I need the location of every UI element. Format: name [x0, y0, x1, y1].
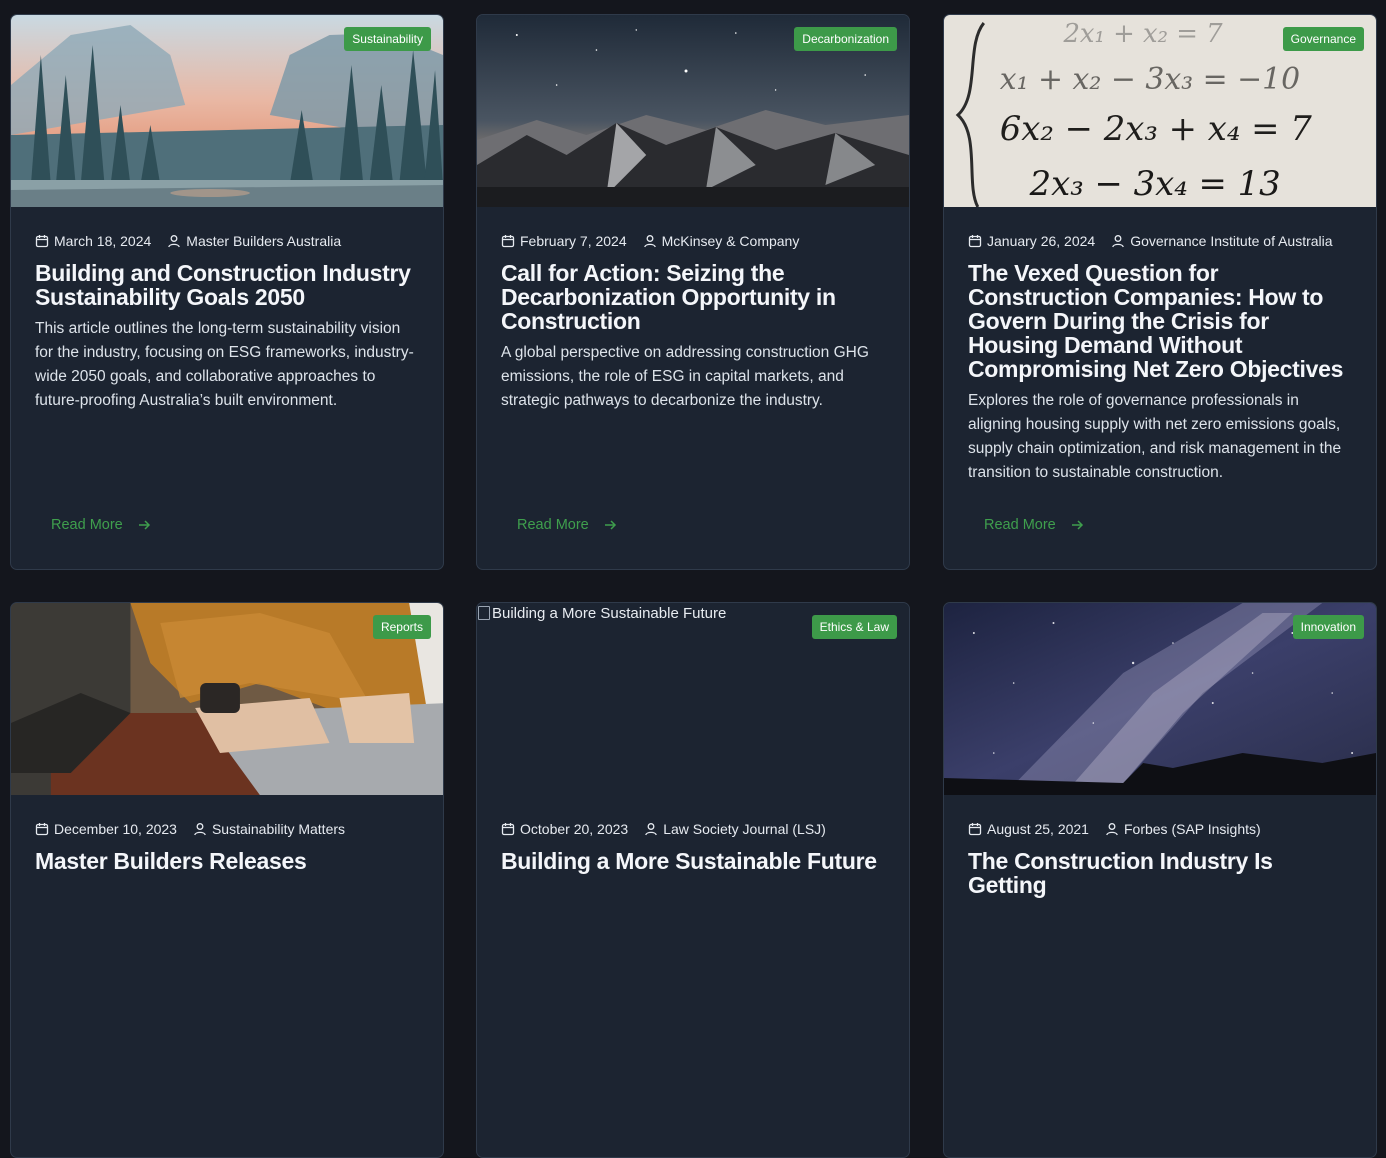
category-badge: Reports [372, 615, 431, 639]
article-card[interactable]: Decarbonization February 7, 2024 McKinse… [476, 14, 910, 570]
card-author: Forbes (SAP Insights) [1105, 821, 1261, 837]
card-image: Innovation [944, 603, 1376, 795]
card-date: February 7, 2024 [520, 233, 627, 249]
image-alt-text: Building a More Sustainable Future [492, 605, 727, 622]
read-more-label: Read More [517, 517, 589, 533]
user-icon [645, 823, 658, 836]
user-icon [1112, 235, 1125, 248]
article-card[interactable]: Innovation August 25, 2021 Forbes (SAP I… [943, 602, 1377, 1158]
card-date: January 26, 2024 [987, 233, 1096, 249]
equation-line: 2x₁ + x₂ = 7 [1062, 19, 1223, 49]
card-title[interactable]: Call for Action: Seizing the Decarboniza… [501, 261, 887, 333]
broken-image-icon [478, 606, 490, 620]
card-title[interactable]: Building a More Sustainable Future [501, 849, 887, 873]
card-author-name: Law Society Journal (LSJ) [663, 821, 826, 837]
card-meta: March 18, 2024 Master Builders Australia [35, 233, 421, 249]
user-icon [1106, 823, 1118, 836]
card-description: A global perspective on addressing const… [501, 344, 869, 409]
card-author-name: McKinsey & Company [661, 233, 800, 249]
card-author-name: Forbes (SAP Insights) [1123, 821, 1261, 837]
user-icon [643, 235, 656, 248]
arrow-right-icon [604, 520, 616, 530]
calendar-icon [501, 823, 515, 836]
calendar-icon [35, 235, 49, 248]
category-badge: Decarbonization [794, 27, 897, 51]
card-author-name: Sustainability Matters [211, 821, 346, 837]
calendar-icon [968, 823, 982, 836]
card-meta: August 25, 2021 Forbes (SAP Insights) [968, 821, 1354, 837]
card-author: Law Society Journal (LSJ) [644, 821, 826, 837]
article-card[interactable]: Sustainability March 18, 2024 Master Bui… [10, 14, 444, 570]
card-meta: October 20, 2023 Law Society Journal (LS… [501, 821, 887, 837]
card-image: Building a More Sustainable Future Ethic… [477, 603, 909, 795]
read-more-link[interactable]: Read More [984, 517, 1084, 533]
article-card[interactable]: Building a More Sustainable Future Ethic… [476, 602, 910, 1158]
card-description: This article outlines the long-term sust… [35, 320, 414, 409]
card-title[interactable]: Master Builders Releases [35, 849, 421, 873]
article-card[interactable]: 2x₁ + x₂ = 7 x₁ + x₂ − 3x₃ = −10 6x₂ − 2… [943, 14, 1377, 570]
card-image: Decarbonization [477, 15, 909, 207]
card-author: Sustainability Matters [193, 821, 345, 837]
calendar-icon [501, 235, 515, 248]
card-date: December 10, 2023 [54, 821, 177, 837]
equation-line: x₁ + x₂ − 3x₃ = −10 [1000, 62, 1300, 97]
card-title[interactable]: Building and Construction Industry Susta… [35, 261, 421, 309]
category-badge: Innovation [1292, 615, 1364, 639]
card-image: Reports [11, 603, 443, 795]
article-card[interactable]: Reports December 10, 2023 Sustainability… [10, 602, 444, 1158]
card-image: 2x₁ + x₂ = 7 x₁ + x₂ − 3x₃ = −10 6x₂ − 2… [944, 15, 1376, 207]
card-title[interactable]: The Construction Industry Is Getting [968, 849, 1354, 897]
card-author-name: Master Builders Australia [186, 233, 342, 249]
read-more-label: Read More [984, 517, 1056, 533]
card-meta: February 7, 2024 McKinsey & Company [501, 233, 887, 249]
card-author: Master Builders Australia [167, 233, 341, 249]
category-badge: Governance [1282, 27, 1364, 51]
card-author: McKinsey & Company [643, 233, 800, 249]
card-meta: January 26, 2024 Governance Institute of… [968, 233, 1354, 249]
card-author-name: Governance Institute of Australia [1130, 233, 1333, 249]
arrow-right-icon [1071, 520, 1083, 530]
card-date: March 18, 2024 [54, 233, 152, 249]
equation-line: 6x₂ − 2x₃ + x₄ = 7 [1000, 109, 1312, 148]
category-badge: Sustainability [344, 27, 431, 51]
card-description: Explores the role of governance professi… [968, 392, 1342, 481]
card-date: October 20, 2023 [520, 821, 629, 837]
read-more-link[interactable]: Read More [51, 517, 151, 533]
arrow-right-icon [138, 520, 150, 530]
user-icon [194, 823, 206, 836]
card-title[interactable]: The Vexed Question for Construction Comp… [968, 261, 1354, 381]
card-image: Sustainability [11, 15, 443, 207]
user-icon [168, 235, 181, 248]
calendar-icon [35, 823, 49, 836]
category-badge: Ethics & Law [811, 615, 897, 639]
calendar-icon [968, 235, 982, 248]
read-more-link[interactable]: Read More [517, 517, 617, 533]
equation-line: 2x₃ − 3x₄ = 13 [1029, 164, 1281, 203]
card-meta: December 10, 2023 Sustainability Matters [35, 821, 421, 837]
read-more-label: Read More [51, 517, 123, 533]
card-date: August 25, 2021 [987, 821, 1089, 837]
card-author: Governance Institute of Australia [1111, 233, 1333, 249]
